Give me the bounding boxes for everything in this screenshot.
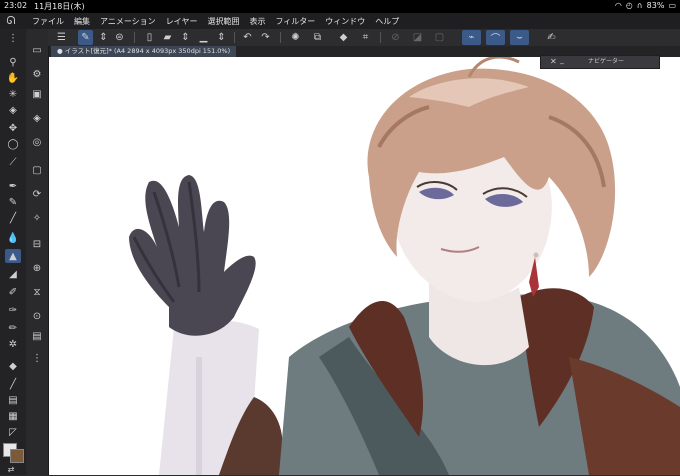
redo-icon[interactable]: ↷ [258,30,273,45]
toolbar-divider [380,32,381,43]
crop-icon[interactable]: ⌗ [358,30,373,45]
document-tab[interactable]: ● イラスト[復元]* (A4 2894 x 4093px 350dpi 151… [51,46,237,57]
frame-tool-icon[interactable]: ▦ [5,409,21,423]
hand-tool-icon[interactable]: ✋ [5,71,21,85]
stabilize-curve-1-icon[interactable]: ⌁ [462,30,481,45]
copy-icon[interactable]: ⧉ [310,30,325,45]
navigator-icon[interactable]: ⊙ [29,309,45,323]
undo-icon[interactable]: ↶ [240,30,255,45]
layers-icon[interactable]: ◈ [29,111,45,125]
save-icon[interactable]: ▁ [196,30,211,45]
tool-palette: ⋮ ⚲ ✋ ✳ ◈ ✥ ◯ ⟋ ✒ ✎ ╱ 💧 ▲ ◢ ✐ ✑ ✏ ✲ ◆ ╱ … [0,29,26,475]
fill-bucket-icon[interactable]: ◆ [336,30,351,45]
menu-item[interactable]: ファイル [32,16,64,27]
zoom-tool-icon[interactable]: ⚲ [5,55,21,69]
airbrush-tool-icon[interactable]: ✐ [5,285,21,299]
toolbar-divider [134,32,135,43]
status-date: 11月18日(木) [34,2,85,11]
export-icon[interactable]: ⇕ [214,30,229,45]
layer-mask-icon[interactable]: ▢ [29,163,45,177]
menu-item[interactable]: レイヤー [166,16,198,27]
history-icon[interactable]: ⧖ [29,285,45,299]
toolbar-divider [280,32,281,43]
blend-tool-icon[interactable]: 💧 [5,231,21,245]
sub-view-icon[interactable]: ▤ [29,329,45,343]
edit-mode-icon[interactable]: ✎ [78,30,93,45]
status-indicators: ◠ ◴ ∩ 83% ▭ [615,1,676,10]
selection-border-icon[interactable]: ▢ [432,30,447,45]
menu-item[interactable]: 表示 [249,16,265,27]
layer-settings-icon[interactable]: ⚙ [29,67,45,81]
tool-property-icon[interactable]: ⊟ [29,237,45,251]
pen-tool-icon[interactable]: ✒ [5,179,21,193]
drawing-canvas[interactable] [49,57,680,475]
stabilize-curve-2-icon[interactable]: ⌒ [486,30,505,45]
hamburger-menu-icon[interactable]: ☰ [54,30,69,45]
fill-tool-icon[interactable]: ◆ [5,359,21,373]
sub-color-swatch[interactable] [10,449,24,463]
marker-tool-icon[interactable]: ✏ [5,321,21,335]
command-bar: ☰ ✎ ⇕ ⊜ ▯ ▰ ⇕ ▁ ⇕ ↶ ↷ ✺ ⧉ ◆ ⌗ ⊘ ◪ ▢ ⌁ ⌒ … [48,29,680,46]
menu-item[interactable]: 選択範囲 [207,16,239,27]
ruler-tool-icon[interactable]: ◸ [5,425,21,439]
new-file-icon[interactable]: ▯ [142,30,157,45]
palette-collapse-icon[interactable]: ⋮ [5,31,21,45]
menu-item[interactable]: フィルター [275,16,315,27]
save-up-down-icon[interactable]: ⇕ [178,30,193,45]
navigator-panel: ✕ _ ナビゲーター [540,55,660,69]
menu-item[interactable]: 編集 [74,16,90,27]
brush-size-icon[interactable]: ⊕ [29,261,45,275]
status-bar: 23:02 11月18日(木) ◠ ◴ ∩ 83% ▭ [0,0,680,13]
raster-layer-icon[interactable]: ▣ [29,87,45,101]
open-folder-icon[interactable]: ▰ [160,30,175,45]
stabilize-curve-3-icon[interactable]: ⌣ [510,30,529,45]
minimize-icon[interactable]: _ [560,54,564,66]
menu-item[interactable]: アニメーション [100,16,156,27]
menu-item[interactable]: ヘルプ [375,16,399,27]
quick-access-icon[interactable]: ⊜ [112,30,127,45]
material-icon[interactable]: ◎ [29,135,45,149]
eraser-tool-icon[interactable]: ◢ [5,267,21,281]
decoration-tool-icon[interactable]: ✑ [5,303,21,317]
auto-select-tool-icon[interactable]: ✳ [5,87,21,101]
wifi-icon: ◠ [614,1,622,10]
alarm-icon: ◴ [625,1,633,10]
eyedropper-tool-icon[interactable]: ⟋ [5,155,21,169]
move-layer-tool-icon[interactable]: ✥ [5,121,21,135]
paint-tool-icon[interactable]: ▲ [5,249,21,263]
operation-tool-icon[interactable]: ◈ [5,103,21,117]
sub-tool-palette: ▭ ⚙ ▣ ◈ ◎ ▢ ⟳ ✧ ⊟ ⊕ ⧖ ⊙ ▤ ⋮ [26,29,49,475]
menu-item[interactable]: ウィンドウ [325,16,365,27]
layer-property-icon[interactable]: ⋮ [29,351,45,365]
color-swap-icon[interactable]: ⇄ [3,462,19,476]
menu-bar: ᘏ ファイル 編集 アニメーション レイヤー 選択範囲 表示 フィルター ウィンドウ ヘルプ [0,13,680,29]
deselect-icon[interactable]: ⊘ [388,30,403,45]
menu-items: ファイル 編集 アニメーション レイヤー 選択範囲 表示 フィルター ウィンドウ ヘルプ [32,13,409,29]
headphones-icon: ∩ [636,1,643,10]
status-time: 23:02 [4,1,28,10]
new-layer-icon[interactable]: ▭ [29,43,45,57]
settings-tool-icon[interactable]: ✲ [5,337,21,351]
navigator-panel-title: ナビゲーター [588,58,625,65]
sub-tool-icon[interactable]: ✧ [29,211,45,225]
artwork [129,57,680,475]
line-tool-icon[interactable]: ╱ [5,377,21,391]
brush-tool-icon[interactable]: ╱ [5,211,21,225]
battery-icon: ▭ [668,1,676,10]
close-icon[interactable]: ✕ [550,56,557,68]
battery-percent: 83% [646,1,665,10]
toolbar-divider [234,32,235,43]
invert-selection-icon[interactable]: ◪ [410,30,425,45]
edit-pen-icon[interactable]: ✍ [544,30,559,45]
lasso-tool-icon[interactable]: ◯ [5,137,21,151]
loop-icon[interactable]: ⟳ [29,187,45,201]
pencil-tool-icon[interactable]: ✎ [5,195,21,209]
up-down-arrow-icon[interactable]: ⇕ [96,30,111,45]
loading-icon[interactable]: ✺ [288,30,303,45]
app-logo-icon[interactable]: ᘏ [4,14,18,28]
gradient-tool-icon[interactable]: ▤ [5,393,21,407]
